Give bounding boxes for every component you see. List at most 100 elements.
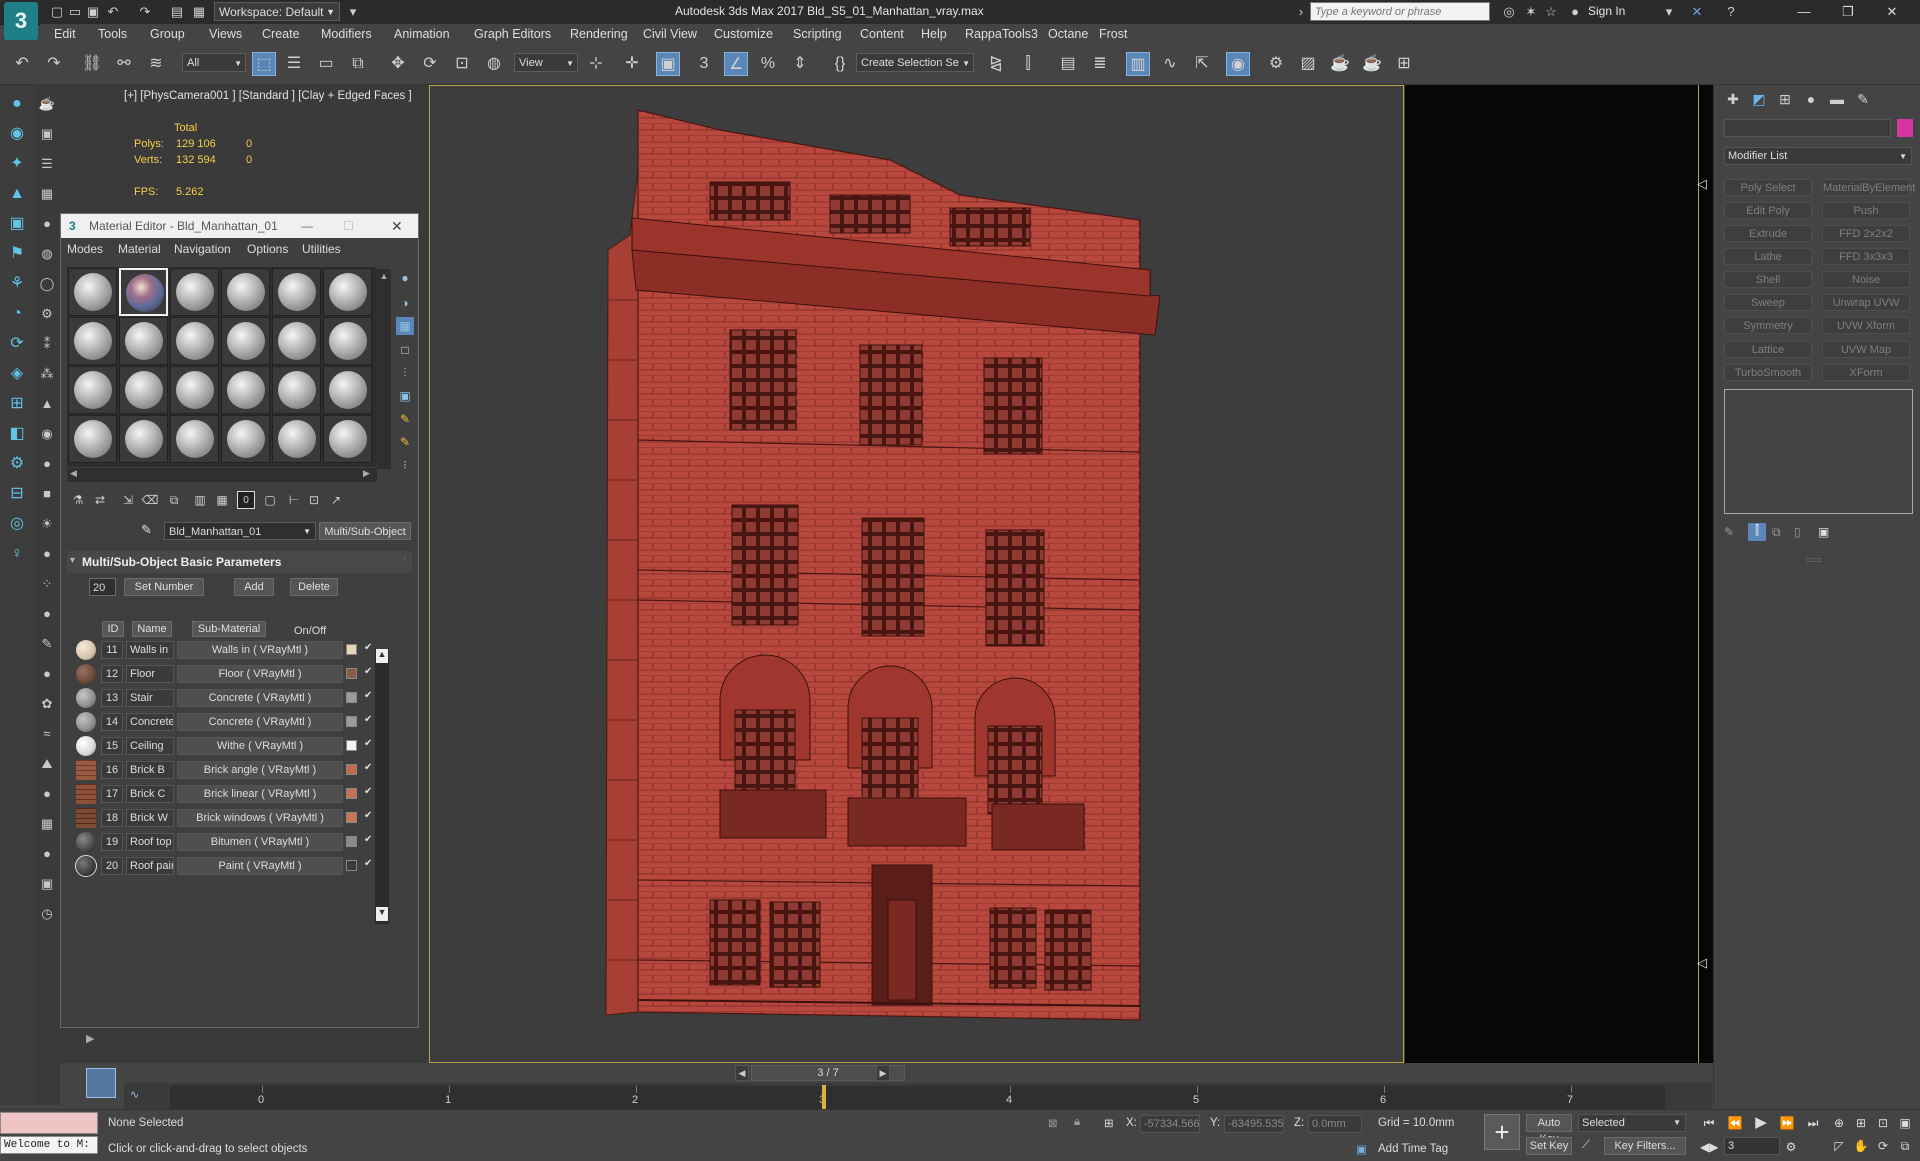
expand-icon[interactable]: ▶ bbox=[86, 1032, 94, 1045]
chevron-left-icon[interactable]: ◀ bbox=[70, 468, 77, 479]
me-menu-navigation[interactable]: Navigation bbox=[174, 242, 231, 256]
sample-slot[interactable] bbox=[170, 317, 219, 365]
row-onoff-checkbox[interactable]: ✔ bbox=[364, 690, 375, 701]
row-onoff-checkbox[interactable]: ✔ bbox=[364, 858, 375, 869]
row-onoff-checkbox[interactable]: ✔ bbox=[364, 666, 375, 677]
sphere-blue-icon[interactable]: ● bbox=[38, 785, 56, 803]
menu-scripting[interactable]: Scripting bbox=[793, 27, 842, 41]
render-iterative-icon[interactable]: ☕ bbox=[1360, 52, 1384, 76]
select-object-icon[interactable]: ⬚ bbox=[252, 52, 276, 76]
column-header-name[interactable]: Name bbox=[132, 621, 172, 637]
curve-editor-icon[interactable]: ∿ bbox=[1158, 52, 1182, 76]
gear-icon[interactable]: ⚙ bbox=[38, 305, 56, 323]
set-key-button[interactable]: Set Key bbox=[1526, 1137, 1572, 1155]
row-color-swatch[interactable] bbox=[346, 740, 357, 751]
blue-ball-icon[interactable]: ● bbox=[38, 665, 56, 683]
menu-rappatools[interactable]: RappaTools3 bbox=[965, 27, 1038, 41]
remove-modifier-icon[interactable]: ▯ bbox=[1794, 525, 1801, 539]
motion-tab-icon[interactable]: ● bbox=[1800, 88, 1822, 110]
sample-slot[interactable] bbox=[119, 415, 168, 463]
sample-slot-active[interactable] bbox=[119, 268, 168, 316]
row-name[interactable]: Brick B bbox=[126, 761, 174, 779]
scene-explorer-icon[interactable]: ▤ bbox=[1056, 52, 1080, 76]
time-tag-icon[interactable]: ▣ bbox=[1356, 1142, 1367, 1156]
key-mode-dropdown[interactable]: Selected ▼ bbox=[1578, 1114, 1686, 1132]
checker-icon[interactable]: ▦ bbox=[38, 815, 56, 833]
row-name[interactable]: Floor bbox=[126, 665, 174, 683]
menu-content[interactable]: Content bbox=[860, 27, 904, 41]
sample-slot[interactable] bbox=[68, 268, 117, 316]
percent-snap-icon[interactable]: % bbox=[756, 52, 780, 76]
utility-icon[interactable]: ⟳ bbox=[6, 333, 28, 355]
set-number-button[interactable]: Set Number bbox=[124, 578, 204, 596]
row-onoff-checkbox[interactable]: ✔ bbox=[364, 714, 375, 725]
modifier-button[interactable]: Edit Poly bbox=[1724, 202, 1812, 219]
slots-horizontal-scrollbar[interactable]: ◀ ▶ bbox=[67, 468, 377, 482]
row-color-swatch[interactable] bbox=[346, 788, 357, 799]
show-end-result-icon[interactable]: ⊢ bbox=[285, 491, 303, 509]
utilities-tab-icon[interactable]: ✎ bbox=[1852, 88, 1874, 110]
reset-map-icon[interactable]: ⌫ bbox=[141, 491, 159, 509]
material-name-input[interactable]: Bld_Manhattan_01 ▼ bbox=[164, 522, 316, 540]
sample-slot[interactable] bbox=[68, 415, 117, 463]
row-color-swatch[interactable] bbox=[346, 644, 357, 655]
hierarchy-icon[interactable]: ◧ bbox=[6, 423, 28, 445]
put-material-icon[interactable]: ⇄ bbox=[91, 491, 109, 509]
hair-fur-icon[interactable]: ≈ bbox=[38, 725, 56, 743]
row-submaterial-button[interactable]: Bitumen ( VRayMtl ) bbox=[177, 833, 343, 851]
align-icon[interactable]: ⫿ bbox=[1016, 52, 1040, 76]
building-model[interactable] bbox=[590, 100, 1160, 1025]
row-submaterial-button[interactable]: Floor ( VRayMtl ) bbox=[177, 665, 343, 683]
time-configuration-icon[interactable]: ⚙ bbox=[1782, 1138, 1800, 1156]
next-key-icon[interactable]: ⏩ bbox=[1778, 1114, 1796, 1132]
me-menu-material[interactable]: Material bbox=[118, 242, 161, 256]
quick-access-menu-icon[interactable]: ▾ bbox=[344, 3, 362, 21]
select-and-move-icon[interactable]: ✥ bbox=[386, 52, 410, 76]
modifier-list-dropdown[interactable]: Modifier List ▼ bbox=[1724, 147, 1912, 165]
display-icon[interactable]: ◈ bbox=[6, 363, 28, 385]
next-frame-icon[interactable]: ▶ bbox=[876, 1065, 890, 1081]
modifier-button[interactable]: Sweep bbox=[1724, 294, 1812, 311]
multi-sub-object-rollout-header[interactable]: ▾ Multi/Sub-Object Basic Parameters ⁞ bbox=[67, 551, 412, 573]
sample-slot[interactable] bbox=[323, 415, 372, 463]
column-header-submaterial[interactable]: Sub-Material bbox=[192, 621, 266, 637]
settings-icon[interactable]: ⚙ bbox=[6, 453, 28, 475]
menu-octane[interactable]: Octane bbox=[1048, 27, 1088, 41]
close-window-button[interactable]: ✕ bbox=[1874, 2, 1910, 22]
make-unique-icon[interactable]: ⧉ bbox=[165, 491, 183, 509]
material-id-channel-icon[interactable]: ▦ bbox=[213, 491, 231, 509]
lock-selection-icon[interactable]: 🔒︎ bbox=[1074, 1116, 1080, 1129]
cone-icon[interactable]: ▲ bbox=[38, 395, 56, 413]
panel-divider-handle[interactable]: === bbox=[1806, 555, 1822, 565]
auto-key-button[interactable]: Auto Key bbox=[1526, 1114, 1572, 1145]
menu-rendering[interactable]: Rendering bbox=[570, 27, 628, 41]
pick-material-eyedropper-icon[interactable]: ✎ bbox=[141, 522, 152, 538]
maxscript-listener-mini[interactable] bbox=[0, 1112, 98, 1134]
show-shaded-icon[interactable]: ▢ bbox=[261, 491, 279, 509]
put-to-library-icon[interactable]: ▥ bbox=[191, 491, 209, 509]
scroll-down-icon[interactable]: ▼ bbox=[376, 907, 388, 921]
undo-icon[interactable]: ↶ bbox=[104, 3, 122, 21]
zoom-extents-icon[interactable]: ⊡ bbox=[1874, 1114, 1892, 1132]
sample-uv-tiling-icon[interactable]: □ bbox=[396, 341, 414, 359]
reference-coordinate-dropdown[interactable]: View ▼ bbox=[514, 53, 578, 72]
sample-slot[interactable] bbox=[119, 317, 168, 365]
row-submaterial-button[interactable]: Concrete ( VRayMtl ) bbox=[177, 713, 343, 731]
render-in-cloud-icon[interactable]: ⊞ bbox=[1392, 52, 1416, 76]
edit-named-selection-icon[interactable]: {} bbox=[828, 52, 852, 76]
row-name[interactable]: Roof top bbox=[126, 833, 174, 851]
row-color-swatch[interactable] bbox=[346, 860, 357, 871]
get-material-icon[interactable]: ⚗ bbox=[69, 491, 87, 509]
sphere-small-icon[interactable]: ● bbox=[38, 545, 56, 563]
menu-help[interactable]: Help bbox=[921, 27, 947, 41]
go-to-parent-icon[interactable]: ⊡ bbox=[305, 491, 323, 509]
modifier-button[interactable]: XForm bbox=[1822, 364, 1910, 381]
menu-edit[interactable]: Edit bbox=[54, 27, 76, 41]
render-production-icon[interactable]: ☕ bbox=[1328, 52, 1352, 76]
row-name[interactable]: Stair bbox=[126, 689, 174, 707]
open-file-icon[interactable]: ▭ bbox=[66, 3, 84, 21]
orbit-icon[interactable]: ⟳ bbox=[1874, 1137, 1892, 1155]
selection-filter-dropdown[interactable]: All ▼ bbox=[182, 53, 246, 72]
row-submaterial-button[interactable]: Withe ( VRayMtl ) bbox=[177, 737, 343, 755]
table-scrollbar[interactable]: ▲ ▼ bbox=[375, 649, 389, 924]
